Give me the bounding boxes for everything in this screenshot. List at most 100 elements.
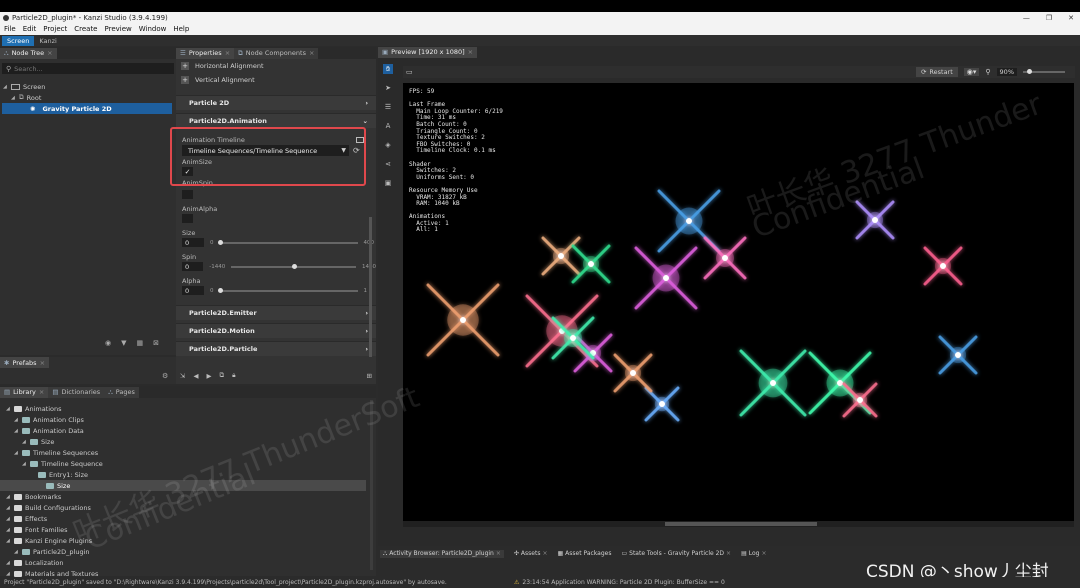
library-item[interactable]: ◢ Kanzi Engine Plugins	[0, 535, 376, 546]
section-particle2d-animation[interactable]: Particle2D.Animation ⌄	[176, 113, 376, 128]
section-particle2d-emitter[interactable]: Particle2D.Emitter ›	[176, 305, 376, 320]
link-icon[interactable]: ⧉	[219, 371, 224, 380]
search-input[interactable]: Search...	[14, 65, 43, 73]
tree-item-root[interactable]: ◢ ⧉ Root	[0, 92, 176, 103]
expand-icon[interactable]: ◢	[14, 417, 19, 423]
tab-properties[interactable]: ☰ Properties ×	[176, 47, 235, 59]
zoom-slider[interactable]	[1023, 69, 1065, 74]
select-tool-icon[interactable]: ➤	[383, 83, 393, 93]
add-icon[interactable]: +	[181, 76, 189, 84]
section-particle2d-particle[interactable]: Particle2D.Particle ›	[176, 341, 376, 356]
share-tool-icon[interactable]: ⋖	[383, 159, 393, 169]
alpha-input[interactable]: 0	[182, 286, 204, 295]
section-particle-2d[interactable]: Particle 2D ›	[176, 95, 376, 110]
anim-spin-checkbox[interactable]	[182, 190, 193, 199]
expand-icon[interactable]: ◢	[14, 428, 19, 434]
status-warning[interactable]: ⚠ 23:14:54 Application WARNING: Particle…	[514, 579, 725, 586]
expand-icon[interactable]: ◢	[22, 461, 27, 467]
lock-icon[interactable]: 🔒︎	[232, 371, 235, 380]
close-tab-icon[interactable]: ×	[309, 49, 314, 57]
tab-log[interactable]: ▤ Log ×	[741, 550, 766, 557]
library-item[interactable]: ◢ Particle2D_plugin	[0, 546, 376, 557]
tab-preview[interactable]: ▣ Preview [1920 x 1080] ×	[378, 46, 478, 58]
expand-icon[interactable]: ◢	[6, 560, 11, 566]
expand-icon[interactable]: ◢	[22, 439, 27, 445]
expand-icon[interactable]: ◢	[6, 406, 11, 412]
library-item[interactable]: ◢ Localization	[0, 557, 376, 568]
menu-create[interactable]: Create	[74, 25, 97, 33]
expand-icon[interactable]: ◢	[6, 494, 11, 500]
prop-vertical-alignment[interactable]: + Vertical Alignment	[176, 73, 376, 87]
tab-library[interactable]: ▤ Library ×	[0, 386, 49, 398]
maximize-button[interactable]: ❐	[1046, 14, 1052, 22]
close-tab-icon[interactable]: ×	[225, 49, 230, 57]
slider-knob[interactable]	[217, 239, 223, 245]
layers-tool-icon[interactable]: ☰	[383, 102, 393, 112]
expand-icon[interactable]: ◢	[6, 527, 11, 533]
workspace-tab-screen[interactable]: Screen	[2, 35, 35, 46]
collapse-icon[interactable]: ◢	[11, 95, 16, 101]
close-tab-icon[interactable]: ×	[542, 550, 547, 557]
fit-icon[interactable]: ⊠	[153, 339, 159, 347]
tab-prefabs[interactable]: ✱ Prefabs ×	[0, 357, 50, 368]
resolution-icon[interactable]: ▭	[406, 68, 413, 76]
tab-pages[interactable]: ⛬ Pages	[104, 386, 139, 398]
spin-slider[interactable]	[231, 263, 356, 269]
grid-icon[interactable]: ▦	[137, 339, 144, 347]
slider-knob[interactable]	[217, 287, 223, 293]
expand-icon[interactable]: ◢	[6, 505, 11, 511]
close-tab-icon[interactable]: ×	[39, 388, 44, 396]
library-item[interactable]: ◢ Font Families	[0, 524, 376, 535]
tab-state-tools[interactable]: ▭ State Tools - Gravity Particle 2D ×	[621, 550, 731, 557]
scroll-thumb[interactable]	[665, 522, 817, 526]
node-tree-search[interactable]: ⚲ Search...	[2, 63, 174, 74]
close-button[interactable]: ✕	[1068, 14, 1074, 22]
expand-icon[interactable]: ◢	[14, 450, 19, 456]
tab-node-components[interactable]: ⧉ Node Components ×	[234, 47, 319, 59]
close-tab-icon[interactable]: ×	[468, 48, 473, 56]
size-input[interactable]: 0	[182, 238, 204, 247]
add-property-icon[interactable]: ⊞	[367, 372, 372, 380]
menu-project[interactable]: Project	[43, 25, 67, 33]
film-tool-icon[interactable]: ▣	[383, 178, 393, 188]
add-icon[interactable]: +	[181, 62, 189, 70]
tree-item-screen[interactable]: ◢ Screen	[0, 81, 176, 92]
menu-edit[interactable]: Edit	[23, 25, 37, 33]
visibility-icon[interactable]: ◉▾	[963, 68, 980, 76]
tab-activity-browser[interactable]: ⛬ Activity Browser: Particle2D_plugin ×	[380, 549, 504, 558]
menu-preview[interactable]: Preview	[105, 25, 132, 33]
close-tab-icon[interactable]: ×	[761, 550, 766, 557]
expand-icon[interactable]: ◢	[6, 516, 11, 522]
tab-dictionaries[interactable]: ▤ Dictionaries	[48, 386, 105, 398]
canvas-bottom-scroll[interactable]	[403, 521, 1074, 527]
next-icon[interactable]: ▶	[206, 372, 211, 380]
menu-window[interactable]: Window	[139, 25, 167, 33]
expand-icon[interactable]: ◢	[6, 538, 11, 544]
restart-button[interactable]: ⟳ Restart	[915, 67, 958, 77]
tab-assets[interactable]: ✣ Assets ×	[514, 550, 548, 557]
workspace-tab-kanzi[interactable]: Kanzi	[34, 36, 61, 46]
minimize-button[interactable]: —	[1023, 14, 1030, 22]
expand-icon[interactable]: ◢	[14, 549, 19, 555]
spin-input[interactable]: 0	[182, 262, 204, 271]
collapse-icon[interactable]: ◢	[3, 84, 8, 90]
preview-canvas[interactable]: FPS: 59 Last Frame Main Loop Counter: 6/…	[403, 83, 1074, 521]
prev-icon[interactable]: ◀	[193, 372, 198, 380]
size-slider[interactable]	[217, 239, 358, 245]
tab-asset-packages[interactable]: ▦ Asset Packages	[557, 550, 611, 557]
anim-alpha-checkbox[interactable]	[182, 214, 193, 223]
slider-knob[interactable]	[1027, 69, 1032, 74]
close-tab-icon[interactable]: ×	[726, 550, 731, 557]
stack-tool-icon[interactable]: ◈	[383, 140, 393, 150]
prop-horizontal-alignment[interactable]: + Horizontal Alignment	[176, 59, 376, 73]
slider-knob[interactable]	[291, 263, 297, 269]
close-tab-icon[interactable]: ×	[496, 550, 501, 557]
alpha-slider[interactable]	[217, 287, 358, 293]
tab-node-tree[interactable]: ⛬ Node Tree ×	[0, 47, 57, 59]
text-tool-icon[interactable]: A	[383, 121, 393, 131]
zoom-value[interactable]: 90%	[996, 68, 1017, 76]
properties-scrollbar[interactable]	[369, 217, 372, 357]
expand-icon[interactable]: ⇲	[180, 372, 185, 380]
hand-tool-icon[interactable]: ✋︎	[383, 64, 393, 74]
tree-item-gravity-particle[interactable]: ✺ Gravity Particle 2D	[2, 103, 172, 114]
